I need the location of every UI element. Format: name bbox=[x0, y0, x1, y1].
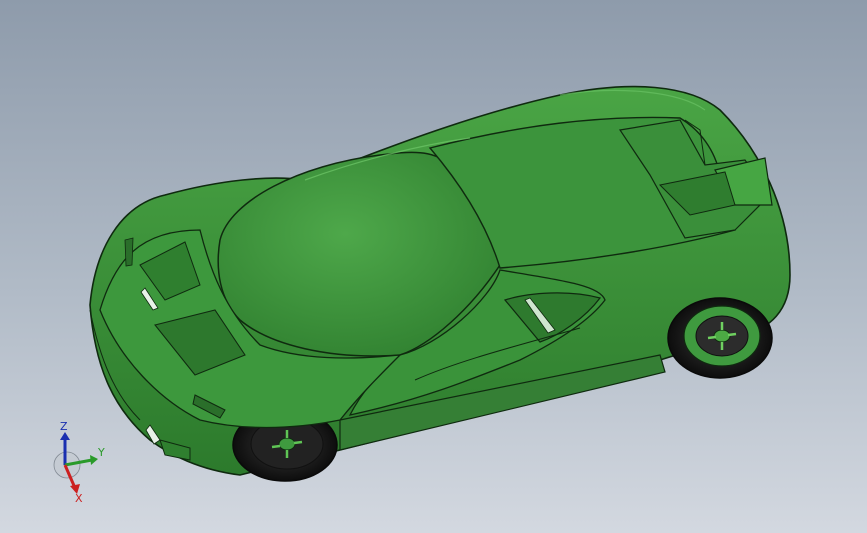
axis-y-label: Y bbox=[97, 446, 105, 459]
graphics-viewport[interactable]: Z Y X bbox=[0, 0, 867, 533]
rear-wheel bbox=[667, 297, 773, 379]
car-model-3d[interactable] bbox=[0, 0, 867, 533]
axis-x-label: X bbox=[75, 492, 83, 505]
axis-z-arrow bbox=[60, 432, 70, 440]
coordinate-triad: Z Y X bbox=[53, 420, 105, 505]
axis-y-arrow bbox=[90, 455, 98, 465]
axis-z-label: Z bbox=[60, 420, 68, 433]
